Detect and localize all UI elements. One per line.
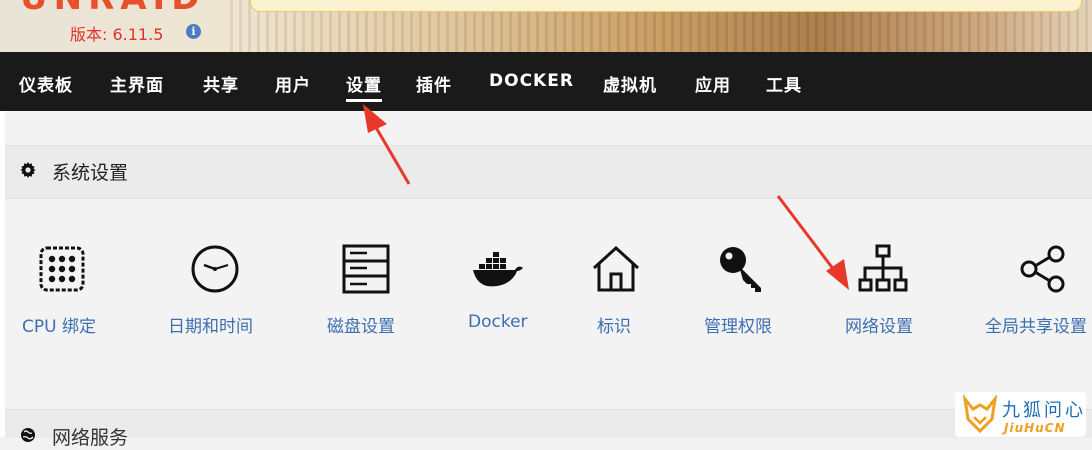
clock-icon[interactable] (188, 242, 242, 296)
section-header (5, 145, 1092, 199)
home-icon[interactable] (589, 242, 643, 296)
nav-shares[interactable]: 共享 (203, 71, 239, 96)
nav-plugins[interactable]: 插件 (416, 71, 452, 96)
watermark-cn: 九狐问心 (1002, 400, 1086, 421)
tile-disk-settings[interactable]: 磁盘设置 (327, 312, 395, 337)
nav-tools[interactable]: 工具 (766, 71, 802, 96)
key-icon[interactable] (715, 242, 769, 296)
notice-bar (250, 0, 1082, 12)
nav-dashboard[interactable]: 仪表板 (19, 71, 73, 96)
nav-users[interactable]: 用户 (275, 71, 311, 96)
nav-apps[interactable]: 应用 (695, 71, 731, 96)
network-icon[interactable] (856, 242, 910, 296)
section-header-2 (5, 409, 1092, 438)
version-label: 版本: 6.11.5 (70, 25, 164, 44)
cpu-grid-icon[interactable] (35, 242, 89, 296)
fox-logo-icon (962, 395, 998, 434)
tile-management-access[interactable]: 管理权限 (704, 312, 772, 337)
tile-identification[interactable]: 标识 (597, 312, 631, 337)
docker-whale-icon[interactable] (471, 242, 525, 296)
tile-date-time[interactable]: 日期和时间 (168, 312, 253, 337)
tile-global-share-settings[interactable]: 全局共享设置 (985, 312, 1087, 337)
section-title: 系统设置 (52, 162, 129, 184)
nav-vms[interactable]: 虚拟机 (603, 71, 657, 96)
nav-docker[interactable]: DOCKER (489, 71, 574, 91)
tile-network-settings[interactable]: 网络设置 (845, 312, 913, 337)
globe-icon (21, 428, 35, 442)
tile-cpu-pinning[interactable]: CPU 绑定 (22, 312, 96, 337)
header-banner: UNRAID (0, 0, 1092, 52)
main-nav: 仪表板 主界面 共享 用户 设置 插件 DOCKER 虚拟机 应用 工具 (0, 52, 1092, 111)
nav-settings[interactable]: 设置 (346, 71, 382, 102)
watermark-en: JiuHuCN (1004, 421, 1066, 435)
share-icon[interactable] (1016, 242, 1070, 296)
tile-docker[interactable]: Docker (468, 312, 528, 332)
unraid-logo: UNRAID (20, 0, 205, 18)
nav-main[interactable]: 主界面 (110, 71, 164, 96)
info-icon[interactable]: i (186, 24, 201, 39)
gear-icon (20, 162, 36, 178)
disk-stack-icon[interactable] (339, 242, 393, 296)
